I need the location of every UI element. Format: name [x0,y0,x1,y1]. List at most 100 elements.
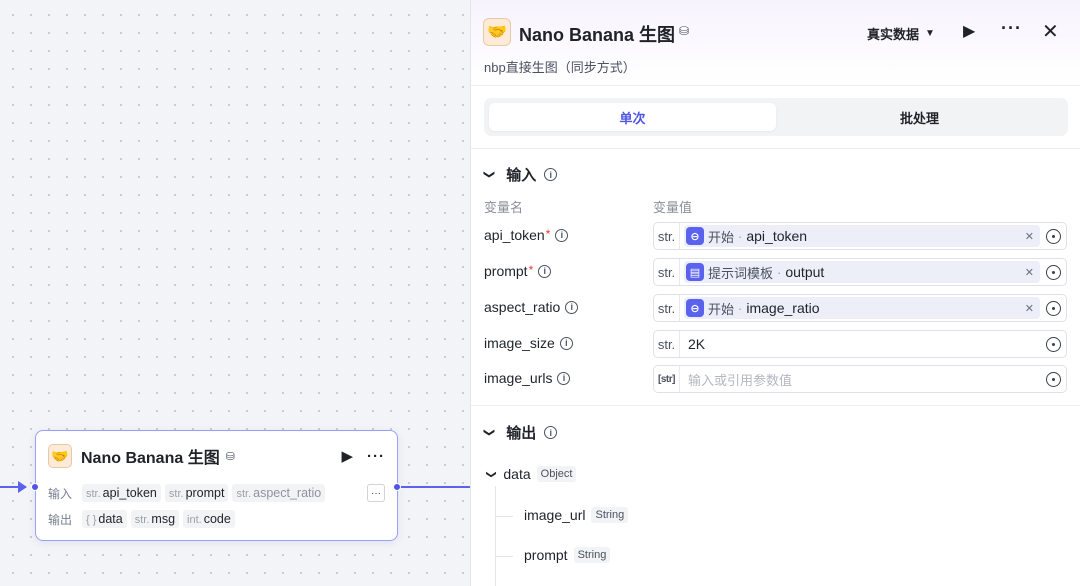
param-value-field[interactable]: str. 2K [653,330,1067,358]
clear-icon[interactable]: ✕ [1025,266,1034,279]
run-icon[interactable]: ▶ [963,21,975,41]
node-more-icon[interactable]: ··· [367,448,385,465]
start-node-icon: ⊖ [686,299,704,317]
handshake-logo-icon: 🤝 [48,444,72,468]
clear-icon[interactable]: ✕ [1025,230,1034,243]
panel-subtitle: nbp直接生图（同步方式） [484,60,636,75]
info-icon[interactable]: i [544,426,558,439]
ref-node-name: 开始 [708,229,735,245]
node-output-chip: int. code [183,510,235,528]
type-tag[interactable]: str. [654,331,680,357]
info-icon[interactable]: i [565,300,579,314]
param-name: prompt * i [484,263,552,279]
param-name: aspect_ratio i [484,299,579,315]
clear-icon[interactable]: ✕ [1025,302,1034,315]
col-var-value: 变量值 [653,200,693,215]
tree-line [495,486,496,586]
param-value-field[interactable]: [str] 输入或引用参数值 [653,365,1067,393]
param-row-image-urls: image_urls i [str] 输入或引用参数值 [471,365,1080,393]
start-node-icon: ⊖ [686,227,704,245]
reference-chip[interactable]: ⊖ 开始 · api_token ✕ [684,225,1040,247]
tab-single[interactable]: 单次 [489,103,776,131]
handshake-logo-icon: 🤝 [483,18,511,46]
more-icon[interactable]: ··· [1001,18,1022,39]
divider [471,405,1080,406]
output-section-header[interactable]: ❯ 输出 i [483,422,558,443]
output-item-prompt: prompt String [524,547,611,563]
variable-picker-icon[interactable] [1046,300,1061,316]
output-item-data[interactable]: ❯ data Object [486,466,577,482]
type-tag[interactable]: [str] [654,366,680,392]
node-input-port[interactable] [31,483,39,491]
info-icon[interactable]: i [538,264,552,278]
variable-picker-icon[interactable] [1046,264,1061,280]
data-mode-dropdown[interactable]: 真实数据 ▼ [867,24,935,43]
variable-picker-icon[interactable] [1046,371,1061,387]
node-output-chip: str. msg [130,510,180,528]
input-section-header[interactable]: ❯ 输入 i [483,164,558,185]
info-icon[interactable]: i [544,168,558,181]
tree-line [495,556,513,557]
param-value-field[interactable]: str. ⊖ 开始 · image_ratio ✕ [653,294,1067,322]
node-title: Nano Banana 生图 [81,450,220,467]
param-row-api-token: api_token * i str. ⊖ 开始 · api_token ✕ [471,222,1080,250]
edge-arrow-icon [18,481,27,493]
ref-var-name: api_token [746,228,808,244]
ref-var-name: image_ratio [746,300,820,316]
type-tag[interactable]: str. [654,259,680,285]
input-section-title: 输入 [506,167,537,184]
outgoing-edge [400,486,470,488]
type-tag[interactable]: str. [654,223,680,249]
required-mark: * [545,227,551,241]
run-mode-tabs: 单次 批处理 [484,98,1068,136]
param-value-field[interactable]: str. ▤ 提示词模板 · output ✕ [653,258,1067,286]
param-name: image_size i [484,335,573,351]
ref-node-name: 提示词模板 [708,265,774,281]
type-badge: String [591,507,629,523]
type-tag[interactable]: str. [654,295,680,321]
node-inputs-row: 输入 str. api_token str. prompt str. aspect_r… [48,483,385,503]
info-icon[interactable]: i [559,336,573,350]
template-node-icon: ▤ [686,263,704,281]
param-value-field[interactable]: str. ⊖ 开始 · api_token ✕ [653,222,1067,250]
type-badge: Object [536,466,577,482]
divider [471,148,1080,149]
chevron-down-icon: ❯ [483,427,496,438]
plugin-icon: ⛁ [225,450,235,463]
variable-picker-icon[interactable] [1046,336,1061,352]
variable-picker-icon[interactable] [1046,228,1061,244]
param-value-input[interactable]: 2K [688,336,1046,352]
panel-header: 🤝 Nano Banana 生图 ⛁ nbp直接生图（同步方式） 真实数据 ▼ ▶… [471,0,1080,86]
info-icon[interactable]: i [555,228,569,242]
close-icon[interactable]: ✕ [1042,19,1059,44]
param-name: image_urls i [484,370,571,386]
ref-var-name: output [785,264,825,280]
reference-chip[interactable]: ▤ 提示词模板 · output ✕ [684,261,1040,283]
node-config-panel: 🤝 Nano Banana 生图 ⛁ nbp直接生图（同步方式） 真实数据 ▼ ▶… [470,0,1080,586]
plugin-icon: ⛁ [679,24,690,38]
inputs-label: 输入 [48,486,73,501]
workflow-node-nano-banana[interactable]: 🤝 Nano Banana 生图 ⛁ ▶ ··· 输入 str. api_toke… [35,430,398,541]
chevron-down-icon[interactable]: ❯ [486,470,497,478]
reference-chip[interactable]: ⊖ 开始 · image_ratio ✕ [684,297,1040,319]
node-outputs-row: 输出 { } data str. msg int. code [48,509,385,529]
node-input-chip: str. aspect_ratio [232,484,326,502]
node-output-chip: { } data [82,510,127,528]
info-icon[interactable]: i [557,371,571,385]
output-name: image_url [524,507,586,523]
outputs-label: 输出 [48,512,73,527]
output-name: prompt [524,547,568,563]
param-value-input[interactable]: 输入或引用参数值 [688,370,1046,389]
node-output-port[interactable] [393,483,401,491]
type-badge: String [573,547,611,563]
param-row-image-size: image_size i str. 2K [471,330,1080,358]
panel-title: Nano Banana 生图 [519,25,676,45]
run-node-icon[interactable]: ▶ [341,447,353,465]
output-item-image-url: image_url String [524,507,629,523]
output-section-title: 输出 [506,425,537,442]
col-var-name: 变量名 [484,200,524,215]
node-input-chip: str. api_token [82,484,161,502]
more-inputs-button[interactable]: ··· [367,484,385,502]
tab-batch[interactable]: 批处理 [776,103,1063,131]
caret-down-icon: ▼ [925,28,935,39]
